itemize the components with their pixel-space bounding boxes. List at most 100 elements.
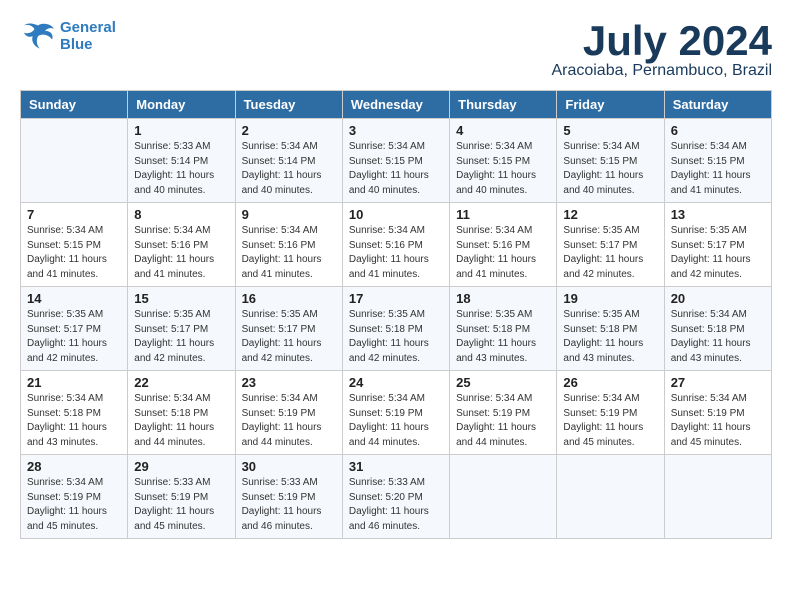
logo: General Blue: [20, 20, 116, 53]
day-info: Sunrise: 5:34 AM Sunset: 5:15 PM Dayligh…: [563, 140, 657, 198]
day-info: Sunrise: 5:34 AM Sunset: 5:19 PM Dayligh…: [27, 476, 121, 534]
day-number: 21: [27, 375, 121, 390]
day-number: 10: [349, 207, 443, 222]
day-cell: 15 Sunrise: 5:35 AM Sunset: 5:17 PM Dayli…: [128, 287, 235, 371]
day-number: 13: [671, 207, 765, 222]
day-cell: 6 Sunrise: 5:34 AM Sunset: 5:15 PM Daylig…: [664, 119, 771, 203]
day-cell: 25 Sunrise: 5:34 AM Sunset: 5:19 PM Dayli…: [450, 371, 557, 455]
day-cell: 16 Sunrise: 5:35 AM Sunset: 5:17 PM Dayli…: [235, 287, 342, 371]
day-number: 28: [27, 459, 121, 474]
day-number: 16: [242, 291, 336, 306]
day-info: Sunrise: 5:34 AM Sunset: 5:19 PM Dayligh…: [671, 392, 765, 450]
day-cell: 5 Sunrise: 5:34 AM Sunset: 5:15 PM Daylig…: [557, 119, 664, 203]
day-cell: 2 Sunrise: 5:34 AM Sunset: 5:14 PM Daylig…: [235, 119, 342, 203]
day-cell: 13 Sunrise: 5:35 AM Sunset: 5:17 PM Dayli…: [664, 203, 771, 287]
day-cell: 17Sunrise: 5:35 AM Sunset: 5:18 PM Dayli…: [342, 287, 449, 371]
day-info: Sunrise: 5:35 AM Sunset: 5:17 PM Dayligh…: [671, 224, 765, 282]
day-info: Sunrise: 5:33 AM Sunset: 5:20 PM Dayligh…: [349, 476, 443, 534]
day-cell: 18 Sunrise: 5:35 AM Sunset: 5:18 PM Dayli…: [450, 287, 557, 371]
day-number: 31: [349, 459, 443, 474]
day-cell: [21, 119, 128, 203]
location: Aracoiaba, Pernambuco, Brazil: [551, 62, 772, 80]
day-number: 30: [242, 459, 336, 474]
day-cell: 22 Sunrise: 5:34 AM Sunset: 5:18 PM Dayli…: [128, 371, 235, 455]
day-cell: 10Sunrise: 5:34 AM Sunset: 5:16 PM Dayli…: [342, 203, 449, 287]
day-info: Sunrise: 5:34 AM Sunset: 5:19 PM Dayligh…: [456, 392, 550, 450]
day-cell: 1Sunrise: 5:33 AM Sunset: 5:14 PM Daylig…: [128, 119, 235, 203]
day-info: Sunrise: 5:34 AM Sunset: 5:16 PM Dayligh…: [134, 224, 228, 282]
day-info: Sunrise: 5:34 AM Sunset: 5:18 PM Dayligh…: [134, 392, 228, 450]
day-info: Sunrise: 5:35 AM Sunset: 5:17 PM Dayligh…: [134, 308, 228, 366]
day-number: 1: [134, 123, 228, 138]
day-info: Sunrise: 5:34 AM Sunset: 5:15 PM Dayligh…: [456, 140, 550, 198]
week-row-2: 7 Sunrise: 5:34 AM Sunset: 5:15 PM Daylig…: [21, 203, 772, 287]
day-cell: 21 Sunrise: 5:34 AM Sunset: 5:18 PM Dayli…: [21, 371, 128, 455]
day-number: 17: [349, 291, 443, 306]
day-cell: 20 Sunrise: 5:34 AM Sunset: 5:18 PM Dayli…: [664, 287, 771, 371]
col-header-tuesday: Tuesday: [235, 91, 342, 119]
day-number: 7: [27, 207, 121, 222]
day-info: Sunrise: 5:35 AM Sunset: 5:17 PM Dayligh…: [242, 308, 336, 366]
day-number: 19: [563, 291, 657, 306]
day-number: 25: [456, 375, 550, 390]
day-cell: 12 Sunrise: 5:35 AM Sunset: 5:17 PM Dayli…: [557, 203, 664, 287]
day-info: Sunrise: 5:33 AM Sunset: 5:19 PM Dayligh…: [134, 476, 228, 534]
day-cell: 24Sunrise: 5:34 AM Sunset: 5:19 PM Dayli…: [342, 371, 449, 455]
day-info: Sunrise: 5:34 AM Sunset: 5:14 PM Dayligh…: [242, 140, 336, 198]
day-info: Sunrise: 5:34 AM Sunset: 5:15 PM Dayligh…: [27, 224, 121, 282]
title-block: July 2024 Aracoiaba, Pernambuco, Brazil: [551, 20, 772, 80]
header-row: SundayMondayTuesdayWednesdayThursdayFrid…: [21, 91, 772, 119]
week-row-5: 28 Sunrise: 5:34 AM Sunset: 5:19 PM Dayli…: [21, 455, 772, 539]
day-info: Sunrise: 5:33 AM Sunset: 5:19 PM Dayligh…: [242, 476, 336, 534]
day-number: 12: [563, 207, 657, 222]
day-info: Sunrise: 5:35 AM Sunset: 5:18 PM Dayligh…: [456, 308, 550, 366]
logo-text: General Blue: [60, 20, 116, 53]
day-number: 27: [671, 375, 765, 390]
day-info: Sunrise: 5:34 AM Sunset: 5:15 PM Dayligh…: [349, 140, 443, 198]
day-info: Sunrise: 5:34 AM Sunset: 5:18 PM Dayligh…: [671, 308, 765, 366]
day-cell: 19 Sunrise: 5:35 AM Sunset: 5:18 PM Dayli…: [557, 287, 664, 371]
col-header-thursday: Thursday: [450, 91, 557, 119]
day-cell: 7 Sunrise: 5:34 AM Sunset: 5:15 PM Daylig…: [21, 203, 128, 287]
day-cell: 8 Sunrise: 5:34 AM Sunset: 5:16 PM Daylig…: [128, 203, 235, 287]
week-row-1: 1Sunrise: 5:33 AM Sunset: 5:14 PM Daylig…: [21, 119, 772, 203]
day-cell: 4Sunrise: 5:34 AM Sunset: 5:15 PM Daylig…: [450, 119, 557, 203]
day-cell: [664, 455, 771, 539]
day-info: Sunrise: 5:35 AM Sunset: 5:18 PM Dayligh…: [563, 308, 657, 366]
day-number: 6: [671, 123, 765, 138]
day-cell: 3Sunrise: 5:34 AM Sunset: 5:15 PM Daylig…: [342, 119, 449, 203]
day-number: 9: [242, 207, 336, 222]
col-header-monday: Monday: [128, 91, 235, 119]
day-info: Sunrise: 5:35 AM Sunset: 5:17 PM Dayligh…: [27, 308, 121, 366]
day-cell: 14Sunrise: 5:35 AM Sunset: 5:17 PM Dayli…: [21, 287, 128, 371]
day-cell: [450, 455, 557, 539]
day-number: 11: [456, 207, 550, 222]
day-info: Sunrise: 5:35 AM Sunset: 5:17 PM Dayligh…: [563, 224, 657, 282]
calendar-table: SundayMondayTuesdayWednesdayThursdayFrid…: [20, 90, 772, 539]
day-info: Sunrise: 5:34 AM Sunset: 5:16 PM Dayligh…: [242, 224, 336, 282]
day-cell: 11 Sunrise: 5:34 AM Sunset: 5:16 PM Dayli…: [450, 203, 557, 287]
col-header-saturday: Saturday: [664, 91, 771, 119]
day-number: 5: [563, 123, 657, 138]
day-number: 8: [134, 207, 228, 222]
day-info: Sunrise: 5:34 AM Sunset: 5:19 PM Dayligh…: [563, 392, 657, 450]
col-header-friday: Friday: [557, 91, 664, 119]
day-number: 26: [563, 375, 657, 390]
page-header: General Blue July 2024 Aracoiaba, Pernam…: [20, 20, 772, 80]
day-cell: 9 Sunrise: 5:34 AM Sunset: 5:16 PM Daylig…: [235, 203, 342, 287]
week-row-3: 14Sunrise: 5:35 AM Sunset: 5:17 PM Dayli…: [21, 287, 772, 371]
day-number: 20: [671, 291, 765, 306]
day-cell: 28 Sunrise: 5:34 AM Sunset: 5:19 PM Dayli…: [21, 455, 128, 539]
day-number: 22: [134, 375, 228, 390]
day-cell: 31 Sunrise: 5:33 AM Sunset: 5:20 PM Dayli…: [342, 455, 449, 539]
day-number: 2: [242, 123, 336, 138]
day-info: Sunrise: 5:34 AM Sunset: 5:18 PM Dayligh…: [27, 392, 121, 450]
day-number: 24: [349, 375, 443, 390]
day-number: 18: [456, 291, 550, 306]
day-info: Sunrise: 5:34 AM Sunset: 5:16 PM Dayligh…: [456, 224, 550, 282]
col-header-sunday: Sunday: [21, 91, 128, 119]
day-info: Sunrise: 5:34 AM Sunset: 5:15 PM Dayligh…: [671, 140, 765, 198]
day-cell: 30 Sunrise: 5:33 AM Sunset: 5:19 PM Dayli…: [235, 455, 342, 539]
day-number: 29: [134, 459, 228, 474]
day-number: 15: [134, 291, 228, 306]
